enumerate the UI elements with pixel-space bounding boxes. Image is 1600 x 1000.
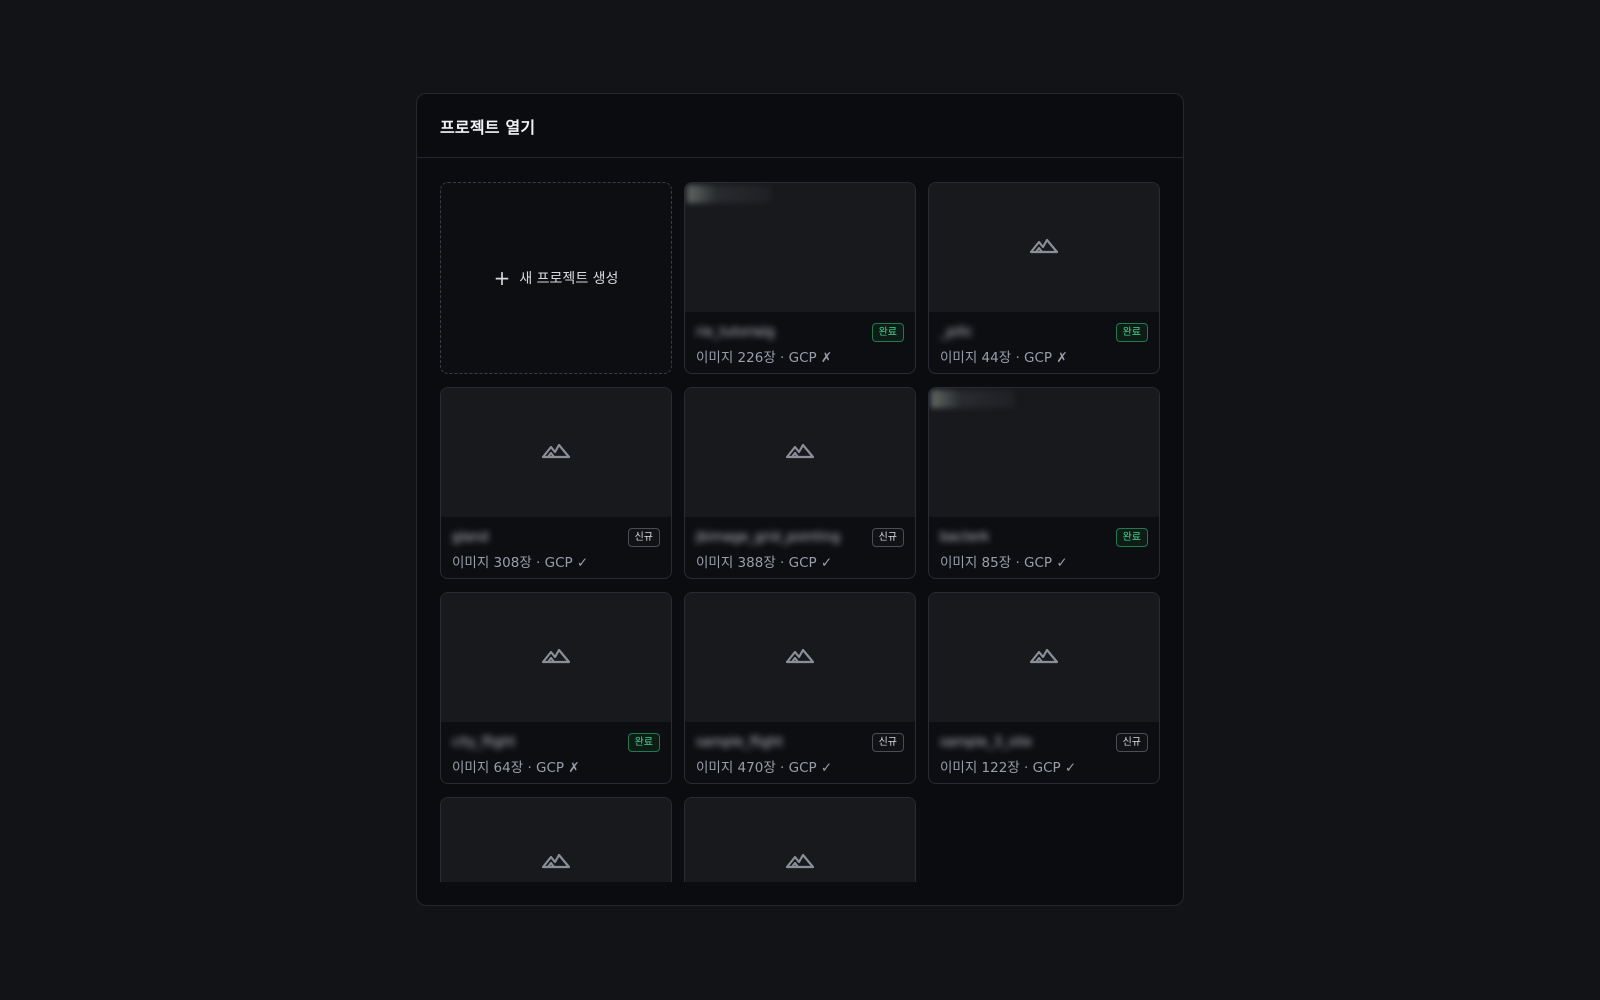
project-meta: 이미지 44장 · GCP ✗ (940, 350, 1068, 366)
open-project-dialog: 프로젝트 열기 + 새 프로젝트 생성 rie_tutorialg 완료 이미지 2… (416, 93, 1184, 906)
project-meta: 이미지 308장 · GCP ✓ (452, 555, 589, 571)
project-thumbnail-placeholder (685, 798, 915, 882)
project-grid-scroll-area[interactable]: + 새 프로젝트 생성 rie_tutorialg 완료 이미지 226장 · GC… (440, 182, 1161, 882)
project-name: _pillc (940, 324, 973, 340)
project-info: city_flight 완료이미지 64장 · GCP ✗ (452, 732, 660, 776)
project-name-row: sample_3_site 신규 (940, 732, 1148, 752)
project-info: sample_flight 신규이미지 470장 · GCP ✓ (696, 732, 904, 776)
project-meta: 이미지 470장 · GCP ✓ (696, 760, 833, 776)
status-badge: 완료 (871, 322, 904, 342)
project-thumbnail-placeholder (441, 798, 671, 882)
project-meta: 이미지 85장 · GCP ✓ (940, 555, 1068, 571)
project-name-row: bacterk 완료 (940, 527, 1148, 547)
project-name: sample_3_site (940, 734, 1033, 750)
project-thumbnail-placeholder (685, 388, 915, 517)
project-info: bacterk 완료이미지 85장 · GCP ✓ (940, 527, 1148, 571)
project-info: jbimage_grid_pointing 신규이미지 388장 · GCP ✓ (696, 527, 904, 571)
status-badge: 신규 (871, 527, 904, 547)
image-placeholder-icon (541, 851, 571, 875)
status-badge: 신규 (1115, 732, 1148, 752)
dialog-header: 프로젝트 열기 (417, 94, 1183, 158)
project-card[interactable]: sample_3_site 신규이미지 122장 · GCP ✓ (928, 592, 1160, 784)
status-badge: 완료 (627, 732, 660, 752)
status-badge: 신규 (871, 732, 904, 752)
project-name: rie_tutorialg (696, 324, 775, 340)
image-placeholder-icon (541, 441, 571, 465)
broken-image-icon (687, 185, 771, 203)
project-info: _pillc 완료이미지 44장 · GCP ✗ (940, 322, 1148, 366)
project-info: gland 신규이미지 308장 · GCP ✓ (452, 527, 660, 571)
image-placeholder-icon (785, 441, 815, 465)
project-name-row: gland 신규 (452, 527, 660, 547)
project-name-row: rie_tutorialg 완료 (696, 322, 904, 342)
project-name: bacterk (940, 529, 990, 545)
project-thumbnail-placeholder (929, 593, 1159, 722)
project-card[interactable] (440, 797, 672, 882)
project-thumbnail-placeholder (929, 183, 1159, 312)
project-card[interactable] (684, 797, 916, 882)
project-name-row: _pillc 완료 (940, 322, 1148, 342)
project-thumbnail-placeholder (685, 593, 915, 722)
new-project-label: 새 프로젝트 생성 (519, 271, 619, 287)
project-meta: 이미지 388장 · GCP ✓ (696, 555, 833, 571)
project-meta: 이미지 226장 · GCP ✗ (696, 350, 833, 366)
project-info: rie_tutorialg 완료이미지 226장 · GCP ✗ (696, 322, 904, 366)
project-card[interactable]: sample_flight 신규이미지 470장 · GCP ✓ (684, 592, 916, 784)
project-card[interactable]: rie_tutorialg 완료이미지 226장 · GCP ✗ (684, 182, 916, 374)
project-meta: 이미지 64장 · GCP ✗ (452, 760, 580, 776)
project-thumbnail-placeholder (441, 593, 671, 722)
project-thumbnail-broken (929, 388, 1159, 517)
project-meta: 이미지 122장 · GCP ✓ (940, 760, 1077, 776)
image-placeholder-icon (785, 851, 815, 875)
project-card[interactable]: bacterk 완료이미지 85장 · GCP ✓ (928, 387, 1160, 579)
image-placeholder-icon (1029, 236, 1059, 260)
image-placeholder-icon (541, 646, 571, 670)
status-badge: 신규 (627, 527, 660, 547)
plus-icon: + (493, 266, 511, 290)
project-card[interactable]: gland 신규이미지 308장 · GCP ✓ (440, 387, 672, 579)
broken-image-icon (931, 390, 1015, 408)
image-placeholder-icon (1029, 646, 1059, 670)
project-thumbnail-placeholder (441, 388, 671, 517)
dialog-title: 프로젝트 열기 (440, 117, 536, 137)
status-badge: 완료 (1115, 322, 1148, 342)
project-name-row: city_flight 완료 (452, 732, 660, 752)
status-badge: 완료 (1115, 527, 1148, 547)
project-grid: + 새 프로젝트 생성 rie_tutorialg 완료 이미지 226장 · GC… (440, 182, 1161, 882)
project-info: sample_3_site 신규이미지 122장 · GCP ✓ (940, 732, 1148, 776)
project-name: gland (452, 529, 489, 545)
image-placeholder-icon (785, 646, 815, 670)
new-project-button[interactable]: + 새 프로젝트 생성 (440, 182, 672, 374)
project-name-row: sample_flight 신규 (696, 732, 904, 752)
project-name: city_flight (452, 734, 516, 750)
project-card[interactable]: _pillc 완료이미지 44장 · GCP ✗ (928, 182, 1160, 374)
project-name-row: jbimage_grid_pointing 신규 (696, 527, 904, 547)
project-name: jbimage_grid_pointing (696, 529, 841, 545)
project-thumbnail-broken (685, 183, 915, 312)
project-card[interactable]: jbimage_grid_pointing 신규이미지 388장 · GCP ✓ (684, 387, 916, 579)
project-name: sample_flight (696, 734, 784, 750)
project-card[interactable]: city_flight 완료이미지 64장 · GCP ✗ (440, 592, 672, 784)
